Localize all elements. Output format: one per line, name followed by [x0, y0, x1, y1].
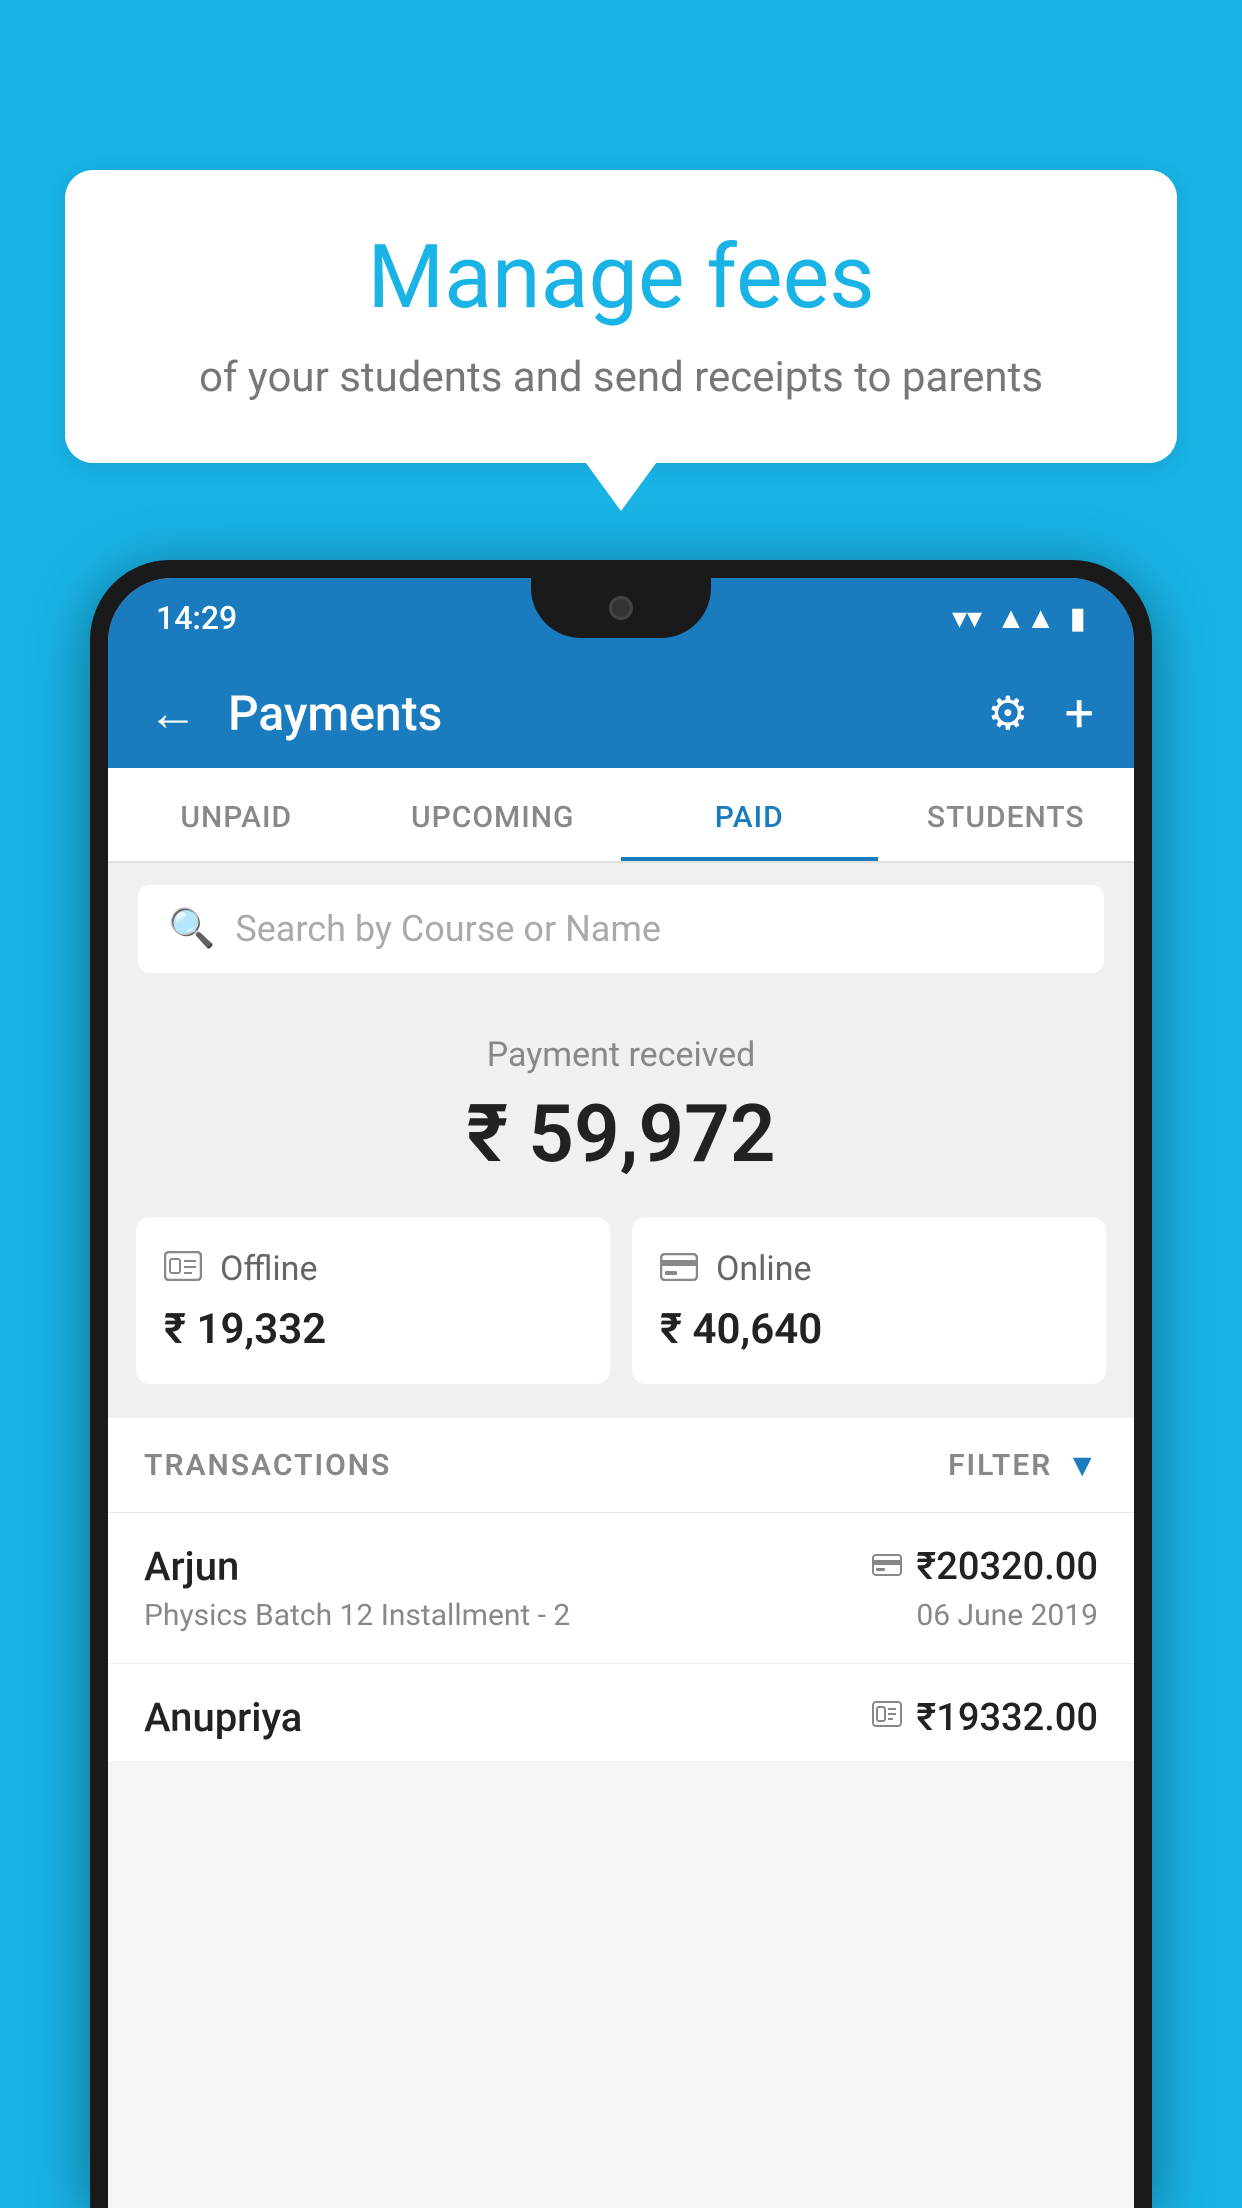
search-box[interactable]: 🔍 Search by Course or Name — [138, 885, 1104, 973]
offline-card-label: Offline — [220, 1249, 317, 1289]
notch — [531, 578, 711, 638]
tabs-container: UNPAID UPCOMING PAID STUDENTS — [108, 768, 1134, 863]
table-row[interactable]: Arjun ₹20320.00 Physics Batch 12 Install… — [108, 1513, 1134, 1664]
offline-card-header: Offline — [164, 1247, 582, 1291]
status-bar: 14:29 ▾▾ ▲▲ ▮ — [108, 578, 1134, 658]
offline-card: Offline ₹ 19,332 — [136, 1217, 610, 1384]
settings-button[interactable]: ⚙ — [987, 686, 1028, 741]
online-icon — [660, 1247, 698, 1291]
transaction-date: 06 June 2019 — [916, 1598, 1098, 1633]
online-card-amount: ₹ 40,640 — [660, 1305, 1078, 1354]
online-card-header: Online — [660, 1247, 1078, 1291]
transaction-detail: Physics Batch 12 Installment - 2 — [144, 1598, 570, 1633]
transaction-amount: ₹19332.00 — [916, 1696, 1098, 1740]
transaction-amount-wrap: ₹19332.00 — [872, 1696, 1098, 1740]
card-payment-icon — [872, 1549, 902, 1584]
add-button[interactable]: + — [1064, 683, 1094, 744]
search-input[interactable]: Search by Course or Name — [235, 908, 661, 950]
transaction-name: Anupriya — [144, 1694, 302, 1741]
tab-paid[interactable]: PAID — [621, 768, 878, 861]
transaction-amount-wrap: ₹20320.00 — [872, 1545, 1098, 1589]
status-time: 14:29 — [156, 599, 237, 637]
online-card-label: Online — [716, 1249, 812, 1289]
cash-payment-icon — [872, 1700, 902, 1735]
search-container: 🔍 Search by Course or Name — [108, 863, 1134, 995]
app-header: ← Payments ⚙ + — [108, 658, 1134, 768]
bubble-title: Manage fees — [115, 230, 1127, 327]
payment-received-section: Payment received ₹ 59,972 — [108, 995, 1134, 1217]
phone-frame: 14:29 ▾▾ ▲▲ ▮ ← Payments ⚙ + UNPAID UPCO… — [90, 560, 1152, 2208]
table-row[interactable]: Anupriya ₹19332.00 — [108, 1664, 1134, 1761]
transactions-header: TRANSACTIONS FILTER ▼ — [108, 1418, 1134, 1513]
offline-icon — [164, 1247, 202, 1291]
offline-card-amount: ₹ 19,332 — [164, 1305, 582, 1354]
transaction-row-top: Anupriya ₹19332.00 — [144, 1694, 1098, 1741]
payment-received-label: Payment received — [138, 1035, 1104, 1075]
transactions-label: TRANSACTIONS — [144, 1448, 391, 1483]
speech-bubble: Manage fees of your students and send re… — [65, 170, 1177, 463]
camera-cutout — [609, 596, 633, 620]
status-icons: ▾▾ ▲▲ ▮ — [952, 601, 1086, 636]
page-title: Payments — [228, 685, 987, 742]
filter-label: FILTER — [948, 1448, 1052, 1483]
cards-row: Offline ₹ 19,332 Online — [108, 1217, 1134, 1418]
signal-icon: ▲▲ — [996, 601, 1055, 636]
back-button[interactable]: ← — [148, 684, 198, 743]
tab-students[interactable]: STUDENTS — [878, 768, 1135, 861]
wifi-icon: ▾▾ — [952, 601, 982, 636]
transaction-name: Arjun — [144, 1543, 239, 1590]
tab-unpaid[interactable]: UNPAID — [108, 768, 365, 861]
payment-received-amount: ₹ 59,972 — [138, 1087, 1104, 1181]
transaction-amount: ₹20320.00 — [916, 1545, 1098, 1589]
filter-container[interactable]: FILTER ▼ — [948, 1446, 1098, 1484]
phone-inner: 14:29 ▾▾ ▲▲ ▮ ← Payments ⚙ + UNPAID UPCO… — [108, 578, 1134, 2208]
transaction-row-top: Arjun ₹20320.00 — [144, 1543, 1098, 1590]
transaction-row-bottom: Physics Batch 12 Installment - 2 06 June… — [144, 1598, 1098, 1633]
search-icon: 🔍 — [168, 907, 215, 951]
tab-upcoming[interactable]: UPCOMING — [365, 768, 622, 861]
battery-icon: ▮ — [1069, 601, 1086, 636]
online-card: Online ₹ 40,640 — [632, 1217, 1106, 1384]
bubble-subtitle: of your students and send receipts to pa… — [115, 349, 1127, 408]
filter-icon: ▼ — [1066, 1446, 1098, 1484]
